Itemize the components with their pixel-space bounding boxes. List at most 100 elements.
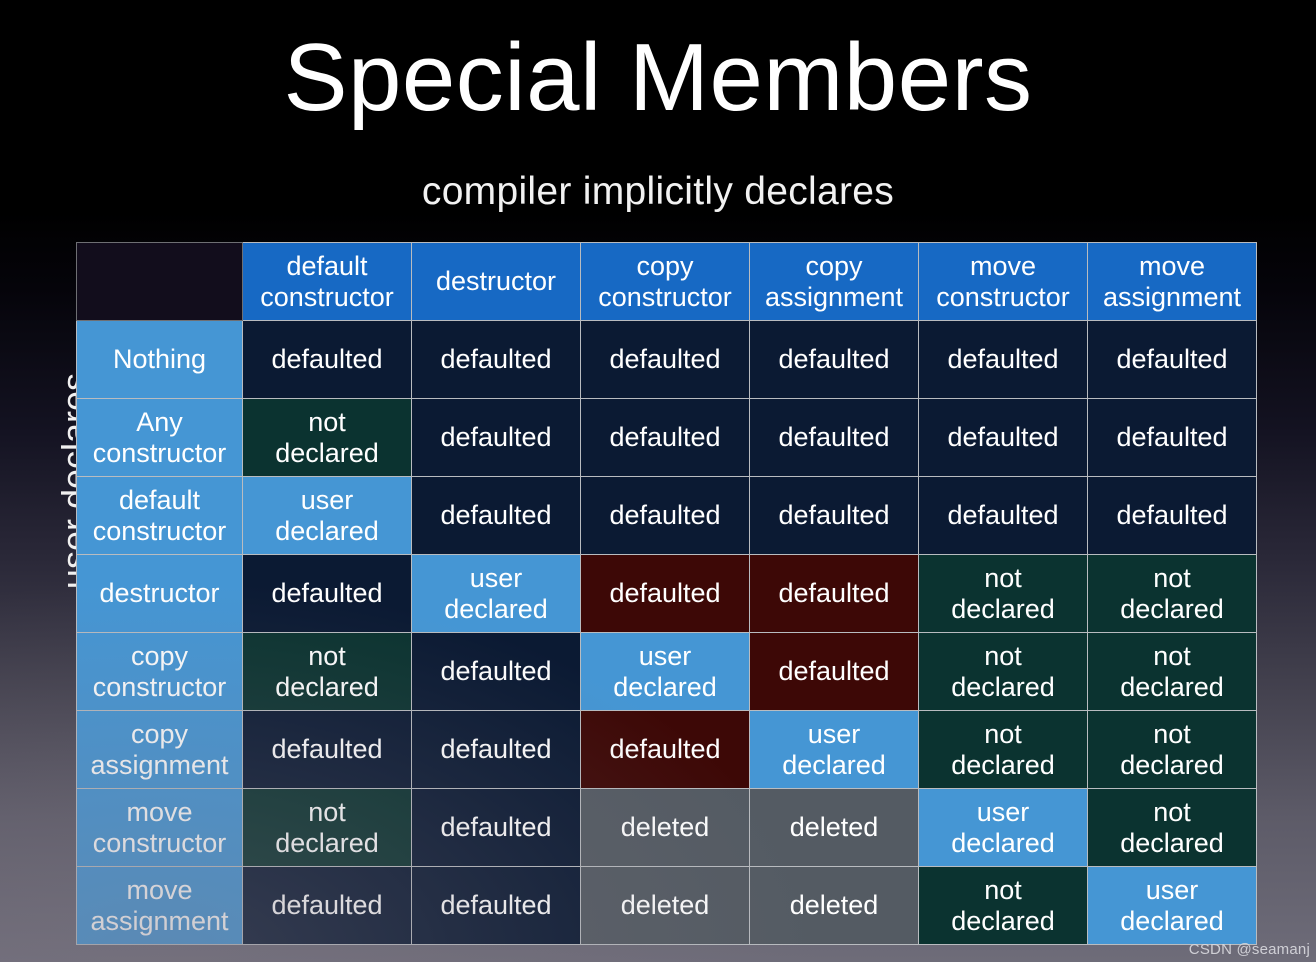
matrix-cell-0-1-line1: defaulted <box>440 344 552 375</box>
row-header-1-line1: Any <box>136 407 183 438</box>
column-header-copy-assignment[interactable]: copy assignment <box>749 242 919 321</box>
matrix-cell-5-2-defaulted-red[interactable]: defaulted <box>580 710 750 789</box>
matrix-cell-1-4-line1: defaulted <box>947 422 1059 453</box>
table-row: destructor defaulted user declared defaulted… <box>76 554 1257 633</box>
matrix-cell-3-5-line1: not <box>1153 563 1191 594</box>
matrix-cell-0-4-defaulted[interactable]: defaulted <box>918 320 1088 399</box>
matrix-cell-1-0-line1: not <box>308 407 346 438</box>
matrix-cell-4-3-defaulted-red[interactable]: defaulted <box>749 632 919 711</box>
matrix-cell-6-1-defaulted[interactable]: defaulted <box>411 788 581 867</box>
matrix-cell-5-0-defaulted[interactable]: defaulted <box>242 710 412 789</box>
slide-canvas: Special Members compiler implicitly decl… <box>0 0 1316 962</box>
row-header-any-constructor[interactable]: Any constructor <box>76 398 243 477</box>
matrix-cell-4-1-defaulted[interactable]: defaulted <box>411 632 581 711</box>
row-header-3-line1: destructor <box>99 578 220 609</box>
matrix-cell-0-3-defaulted[interactable]: defaulted <box>749 320 919 399</box>
matrix-cell-1-4-defaulted[interactable]: defaulted <box>918 398 1088 477</box>
matrix-cell-5-5-line1: not <box>1153 719 1191 750</box>
matrix-cell-7-5-line2: declared <box>1120 905 1224 936</box>
row-header-7-line1: move <box>126 875 193 906</box>
matrix-cell-6-3-deleted[interactable]: deleted <box>749 788 919 867</box>
row-header-0-line1: Nothing <box>112 344 207 375</box>
column-header-copy-constructor[interactable]: copy constructor <box>580 242 750 321</box>
matrix-cell-2-5-defaulted[interactable]: defaulted <box>1087 476 1257 555</box>
matrix-cell-5-4-not-declared[interactable]: not declared <box>918 710 1088 789</box>
matrix-cell-5-3-user-declared[interactable]: user declared <box>749 710 919 789</box>
row-header-move-assignment[interactable]: move assignment <box>76 866 243 945</box>
column-header-default-constructor[interactable]: default constructor <box>242 242 412 321</box>
table-row: move constructor not declared defaulted delet… <box>76 788 1257 867</box>
matrix-cell-5-1-defaulted[interactable]: defaulted <box>411 710 581 789</box>
matrix-cell-1-5-line1: defaulted <box>1116 422 1228 453</box>
matrix-cell-2-1-defaulted[interactable]: defaulted <box>411 476 581 555</box>
matrix-cell-3-2-defaulted-red[interactable]: defaulted <box>580 554 750 633</box>
matrix-cell-1-0-not-declared[interactable]: not declared <box>242 398 412 477</box>
matrix-cell-7-3-deleted[interactable]: deleted <box>749 866 919 945</box>
matrix-cell-3-3-defaulted-red[interactable]: defaulted <box>749 554 919 633</box>
matrix-cell-3-3-line1: defaulted <box>778 578 890 609</box>
matrix-cell-1-2-defaulted[interactable]: defaulted <box>580 398 750 477</box>
matrix-cell-1-5-defaulted[interactable]: defaulted <box>1087 398 1257 477</box>
matrix-cell-6-5-line1: not <box>1153 797 1191 828</box>
matrix-cell-4-4-not-declared[interactable]: not declared <box>918 632 1088 711</box>
matrix-cell-4-0-not-declared[interactable]: not declared <box>242 632 412 711</box>
matrix-cell-3-0-defaulted[interactable]: defaulted <box>242 554 412 633</box>
matrix-cell-4-5-not-declared[interactable]: not declared <box>1087 632 1257 711</box>
matrix-cell-3-1-user-declared[interactable]: user declared <box>411 554 581 633</box>
matrix-cell-0-2-defaulted[interactable]: defaulted <box>580 320 750 399</box>
matrix-cell-2-4-defaulted[interactable]: defaulted <box>918 476 1088 555</box>
column-header-move-assignment[interactable]: move assignment <box>1087 242 1257 321</box>
matrix-cell-7-4-not-declared[interactable]: not declared <box>918 866 1088 945</box>
table-row: default constructor user declared defaulted d… <box>76 476 1257 555</box>
matrix-cell-0-5-defaulted[interactable]: defaulted <box>1087 320 1257 399</box>
matrix-cell-4-1-line1: defaulted <box>440 656 552 687</box>
column-header-2-line1: copy <box>636 251 694 282</box>
column-header-move-constructor[interactable]: move constructor <box>918 242 1088 321</box>
matrix-cell-6-5-line2: declared <box>1120 827 1224 858</box>
matrix-cell-4-2-user-declared[interactable]: user declared <box>580 632 750 711</box>
matrix-cell-3-1-line1: user <box>469 563 523 594</box>
special-members-matrix: default constructor destructor copy construc… <box>76 242 1257 945</box>
matrix-cell-2-0-user-declared[interactable]: user declared <box>242 476 412 555</box>
matrix-cell-3-4-line2: declared <box>951 593 1055 624</box>
matrix-cell-6-4-user-declared[interactable]: user declared <box>918 788 1088 867</box>
matrix-cell-4-2-line2: declared <box>613 671 717 702</box>
table-row: copy constructor not declared defaulted user d… <box>76 632 1257 711</box>
matrix-cell-2-2-defaulted[interactable]: defaulted <box>580 476 750 555</box>
matrix-cell-7-4-line2: declared <box>951 905 1055 936</box>
matrix-cell-5-0-line1: defaulted <box>271 734 383 765</box>
matrix-cell-1-3-defaulted[interactable]: defaulted <box>749 398 919 477</box>
matrix-cell-6-0-line1: not <box>308 797 346 828</box>
matrix-cell-7-5-user-declared[interactable]: user declared <box>1087 866 1257 945</box>
matrix-cell-3-5-not-declared[interactable]: not declared <box>1087 554 1257 633</box>
matrix-cell-1-0-line2: declared <box>275 437 379 468</box>
row-header-nothing[interactable]: Nothing <box>76 320 243 399</box>
matrix-cell-6-2-line1: deleted <box>620 812 710 843</box>
matrix-cell-0-0-defaulted[interactable]: defaulted <box>242 320 412 399</box>
matrix-cell-3-0-line1: defaulted <box>271 578 383 609</box>
matrix-cell-7-1-defaulted[interactable]: defaulted <box>411 866 581 945</box>
matrix-cell-2-3-line1: defaulted <box>778 500 890 531</box>
matrix-cell-5-5-not-declared[interactable]: not declared <box>1087 710 1257 789</box>
row-header-copy-assignment[interactable]: copy assignment <box>76 710 243 789</box>
matrix-cell-7-3-line1: deleted <box>789 890 879 921</box>
corner-cell <box>76 242 243 321</box>
matrix-cell-3-4-not-declared[interactable]: not declared <box>918 554 1088 633</box>
matrix-cell-2-3-defaulted[interactable]: defaulted <box>749 476 919 555</box>
column-header-destructor[interactable]: destructor <box>411 242 581 321</box>
matrix-cell-4-4-line2: declared <box>951 671 1055 702</box>
matrix-cell-6-2-deleted[interactable]: deleted <box>580 788 750 867</box>
matrix-cell-7-0-defaulted[interactable]: defaulted <box>242 866 412 945</box>
matrix-cell-3-1-line2: declared <box>444 593 548 624</box>
matrix-cell-0-1-defaulted[interactable]: defaulted <box>411 320 581 399</box>
matrix-cell-6-5-not-declared[interactable]: not declared <box>1087 788 1257 867</box>
matrix-cell-4-5-line2: declared <box>1120 671 1224 702</box>
matrix-cell-2-0-line1: user <box>300 485 354 516</box>
matrix-cell-1-1-defaulted[interactable]: defaulted <box>411 398 581 477</box>
row-header-default-constructor[interactable]: default constructor <box>76 476 243 555</box>
matrix-cell-7-2-deleted[interactable]: deleted <box>580 866 750 945</box>
row-header-destructor[interactable]: destructor <box>76 554 243 633</box>
row-header-copy-constructor[interactable]: copy constructor <box>76 632 243 711</box>
row-header-move-constructor[interactable]: move constructor <box>76 788 243 867</box>
matrix-cell-6-0-not-declared[interactable]: not declared <box>242 788 412 867</box>
